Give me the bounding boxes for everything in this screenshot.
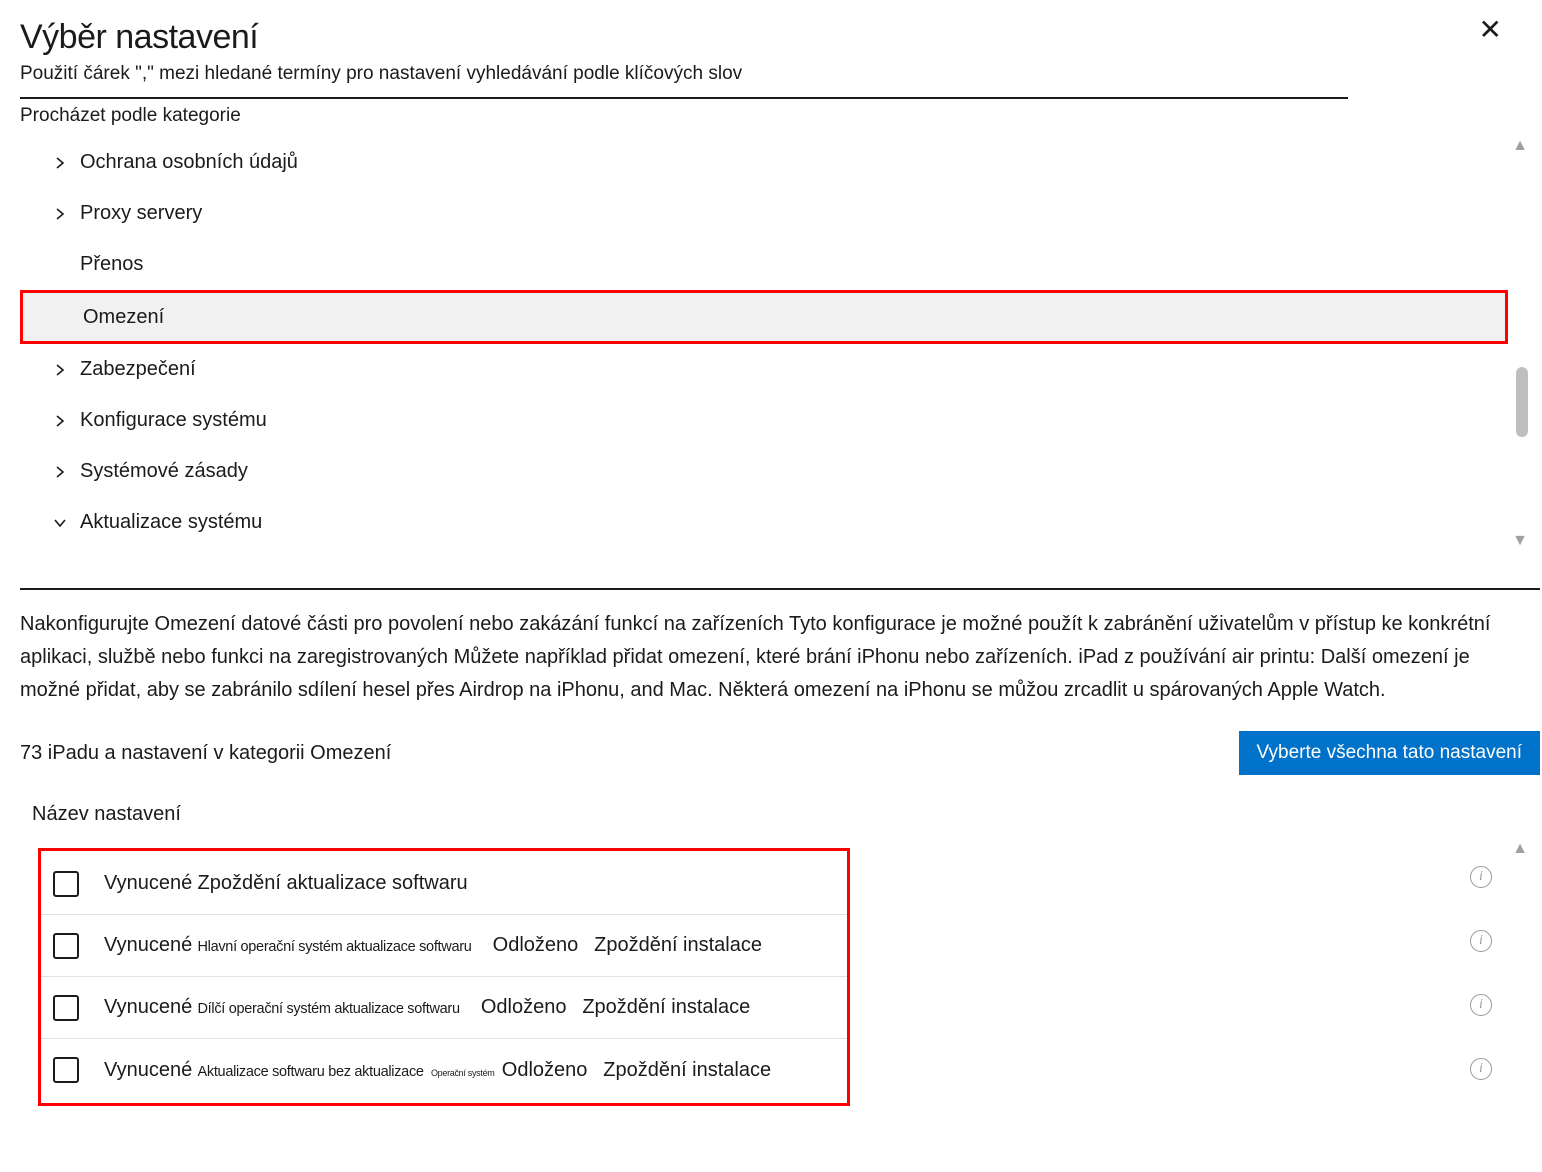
category-label: Aktualizace systému [80,511,262,534]
category-item-transfer[interactable]: Přenos [20,239,1508,290]
setting-name: Vynucené Aktualizace softwaru bez aktual… [104,1059,771,1082]
close-icon[interactable]: ✕ [1469,13,1512,46]
category-item-system-config[interactable]: Konfigurace systému [20,395,1508,446]
setting-row[interactable]: Vynucené Dílčí operační systém aktualiza… [41,977,847,1039]
category-item-security[interactable]: Zabezpečení [20,344,1508,395]
divider [20,97,1348,99]
setting-name: Vynucené Zpoždění aktualizace softwaru [104,872,468,895]
settings-name-header: Název nastavení [32,803,1542,826]
checkbox[interactable] [53,871,79,897]
category-list: Ochrana osobních údajů Proxy servery Pře… [20,137,1508,548]
info-icon[interactable]: i [1470,930,1492,952]
scrollbar-thumb[interactable] [1516,367,1528,437]
category-label: Přenos [80,253,143,276]
category-label: Konfigurace systému [80,409,267,432]
chevron-right-icon [44,208,76,220]
category-label: Omezení [83,306,164,329]
browse-by-category-label: Procházet podle kategorie [20,105,1542,127]
checkbox[interactable] [53,995,79,1021]
scroll-down-icon[interactable]: ▼ [1512,532,1528,550]
chevron-right-icon [44,466,76,478]
info-icon[interactable]: i [1470,866,1492,888]
category-item-system-update[interactable]: Aktualizace systému [20,497,1508,548]
setting-row[interactable]: Vynucené Hlavní operační systém aktualiz… [41,915,847,977]
chevron-down-icon [44,517,76,529]
setting-row[interactable]: Vynucené Zpoždění aktualizace softwaru [41,853,847,915]
category-item-proxy[interactable]: Proxy servery [20,188,1508,239]
category-label: Systémové zásady [80,460,248,483]
info-icon[interactable]: i [1470,994,1492,1016]
category-label: Proxy servery [80,202,202,225]
category-item-privacy[interactable]: Ochrana osobních údajů [20,137,1508,188]
settings-count-label: 73 iPadu a nastavení v kategorii Omezení [20,742,391,765]
chevron-right-icon [44,364,76,376]
scroll-up-icon[interactable]: ▲ [1512,840,1528,858]
info-icon[interactable]: i [1470,1058,1492,1080]
select-all-button[interactable]: Vyberte všechna tato nastavení [1239,731,1540,775]
category-item-system-policies[interactable]: Systémové zásady [20,446,1508,497]
category-item-restrictions[interactable]: Omezení [20,290,1508,344]
dialog-subtitle: Použití čárek "," mezi hledané termíny p… [20,63,742,85]
scroll-up-icon[interactable]: ▲ [1512,137,1528,155]
settings-list: Vynucené Zpoždění aktualizace softwaru V… [38,848,850,1106]
dialog-title: Výběr nastavení [20,18,742,57]
checkbox[interactable] [53,1057,79,1083]
category-description: Nakonfigurujte Omezení datové části pro … [20,608,1542,707]
setting-row[interactable]: Vynucené Aktualizace softwaru bez aktual… [41,1039,847,1101]
chevron-right-icon [44,415,76,427]
divider [20,588,1540,590]
category-label: Ochrana osobních údajů [80,151,298,174]
chevron-right-icon [44,157,76,169]
category-label: Zabezpečení [80,358,196,381]
setting-name: Vynucené Hlavní operační systém aktualiz… [104,934,762,957]
setting-name: Vynucené Dílčí operační systém aktualiza… [104,996,750,1019]
checkbox[interactable] [53,933,79,959]
